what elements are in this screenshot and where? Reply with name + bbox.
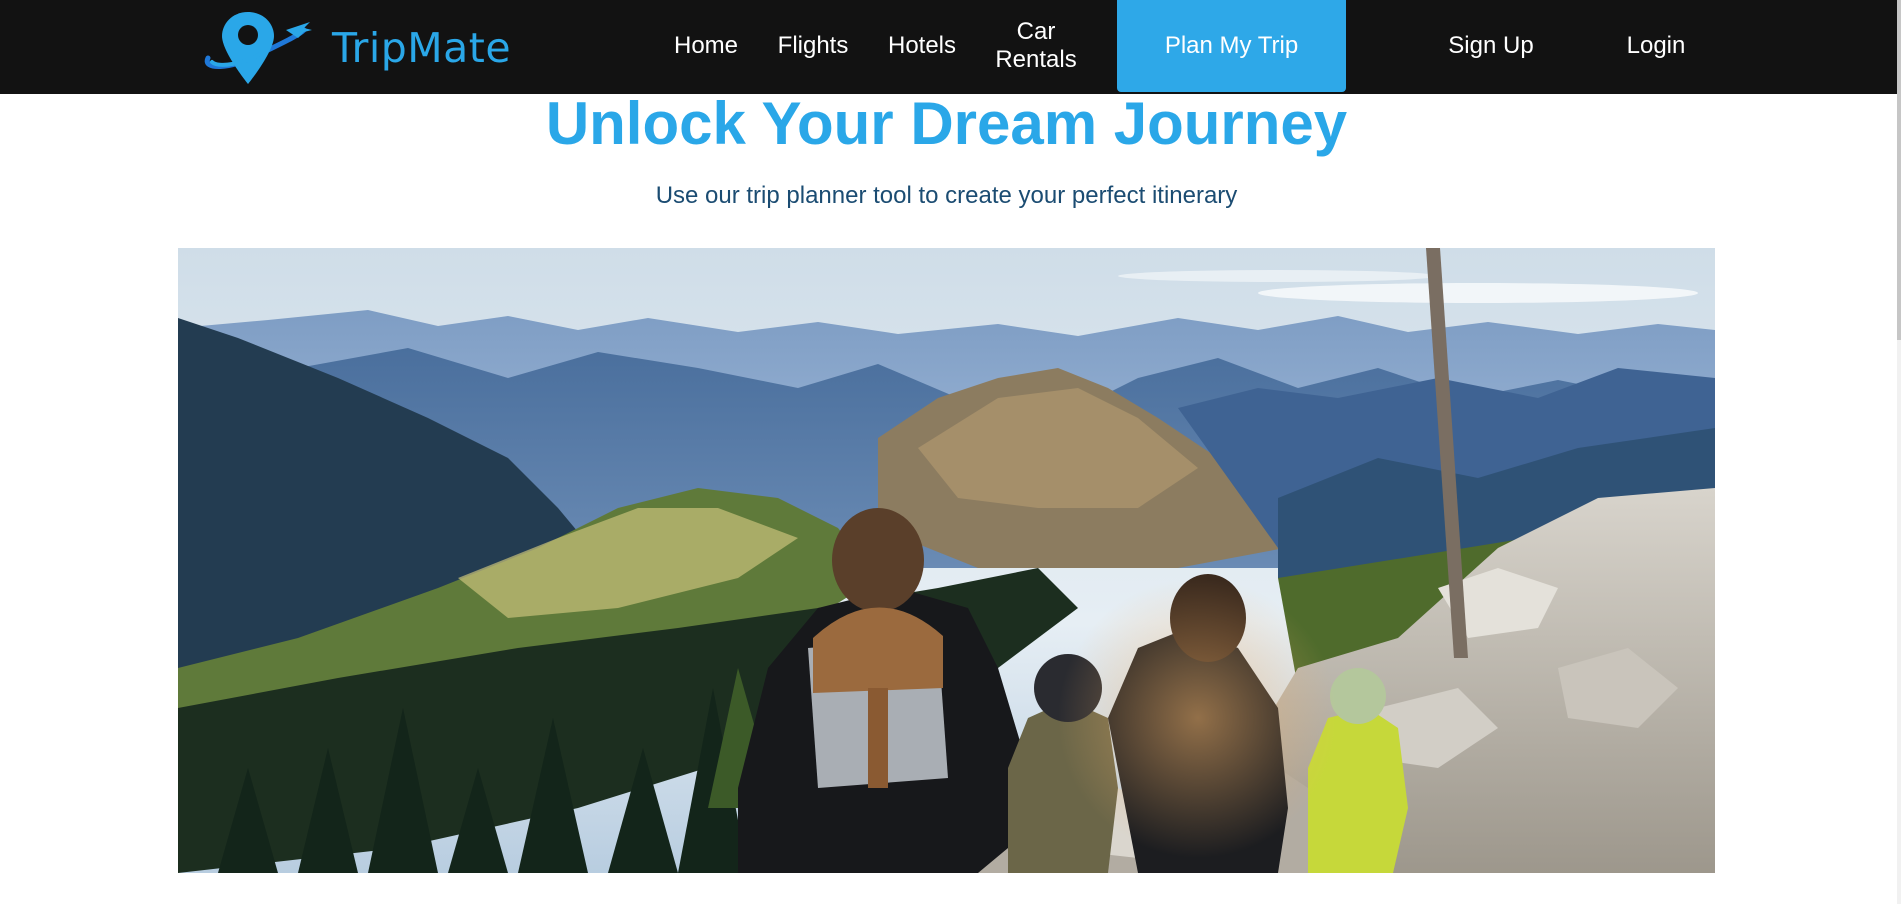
nav-link-hotels[interactable]: Hotels bbox=[878, 0, 966, 92]
top-navbar: TripMate Home Flights Hotels Car Rentals… bbox=[0, 0, 1897, 94]
car-rentals-line2: Rentals bbox=[995, 46, 1077, 73]
family-mountain-photo bbox=[178, 248, 1715, 873]
nav-link-flights[interactable]: Flights bbox=[768, 0, 858, 92]
hero-title: Unlock Your Dream Journey bbox=[545, 90, 1348, 157]
nav-link-car-rentals[interactable]: Car Rentals bbox=[986, 0, 1086, 92]
page-scrollbar-thumb[interactable] bbox=[1897, 0, 1901, 340]
brand-logo-link[interactable]: TripMate bbox=[200, 8, 511, 88]
hero-image bbox=[178, 248, 1715, 873]
hero-subtitle: Use our trip planner tool to create your… bbox=[655, 182, 1238, 209]
car-rentals-line1: Car bbox=[1016, 18, 1056, 45]
brand-name: TripMate bbox=[332, 24, 512, 72]
nav-link-home[interactable]: Home bbox=[664, 0, 748, 92]
sign-up-link[interactable]: Sign Up bbox=[1436, 0, 1546, 92]
login-link[interactable]: Login bbox=[1614, 0, 1698, 92]
plan-my-trip-button[interactable]: Plan My Trip bbox=[1117, 0, 1346, 92]
map-pin-orbit-plane-icon bbox=[204, 12, 312, 84]
